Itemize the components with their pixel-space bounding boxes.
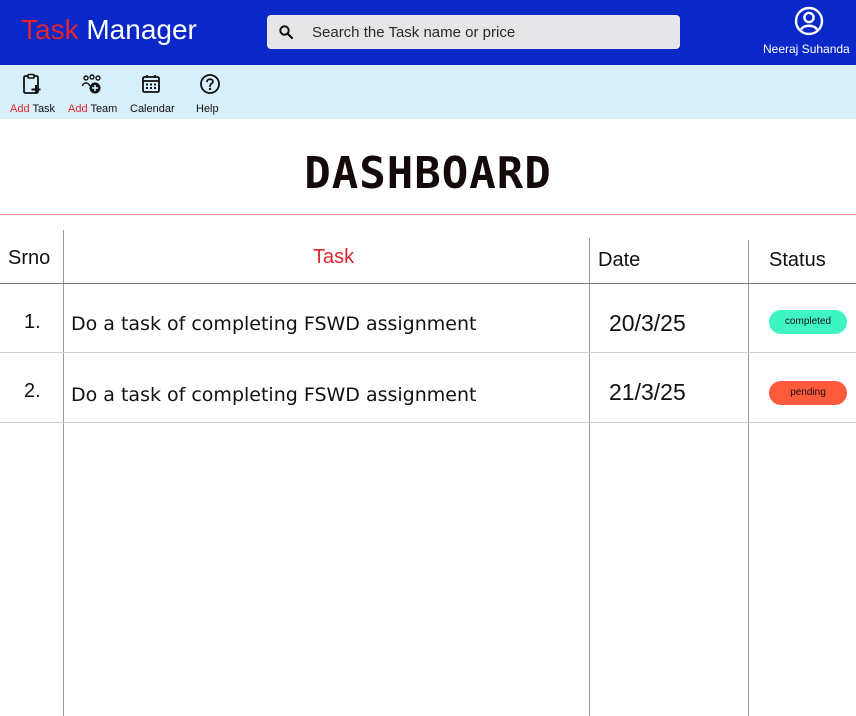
brand-manager: Manager xyxy=(86,14,197,45)
add-team-button[interactable]: Add Team xyxy=(66,65,120,119)
app-title: Task Manager xyxy=(21,14,197,46)
row-date: 21/3/25 xyxy=(609,379,686,405)
add-task-button[interactable]: Add Task xyxy=(8,65,58,119)
row-date: 20/3/25 xyxy=(609,310,686,336)
help-icon xyxy=(200,74,220,94)
title-divider xyxy=(0,214,856,215)
user-name: Neeraj Suhanda xyxy=(763,42,850,56)
row-divider xyxy=(0,422,856,423)
calendar-label: Calendar xyxy=(130,103,175,115)
brand-task: Task xyxy=(21,14,79,45)
app-header: Task Manager Neeraj Suhanda xyxy=(0,0,856,65)
search-icon[interactable] xyxy=(278,24,294,40)
add-team-label: Add Team xyxy=(68,103,118,115)
status-badge-completed[interactable]: completed xyxy=(769,310,847,334)
column-header-srno: Srno xyxy=(8,247,51,269)
calendar-icon xyxy=(142,75,160,93)
column-divider xyxy=(63,230,64,716)
column-header-task: Task xyxy=(313,246,355,268)
row-srno: 1. xyxy=(24,311,41,333)
clipboard-add-icon xyxy=(23,73,41,94)
row-srno: 2. xyxy=(24,380,41,402)
user-menu[interactable]: Neeraj Suhanda xyxy=(760,5,856,61)
column-divider xyxy=(748,240,749,716)
add-team-icon xyxy=(81,74,101,94)
page-title: DASHBOARD xyxy=(304,148,552,199)
search-input[interactable] xyxy=(312,15,672,49)
account-circle-icon[interactable] xyxy=(794,6,824,36)
status-badge-pending[interactable]: pending xyxy=(769,381,847,405)
toolbar: Add Task Add Team Calendar Help xyxy=(0,65,856,119)
search-bar xyxy=(267,15,680,49)
row-divider xyxy=(0,352,856,353)
row-task[interactable]: Do a task of completing FSWD assignment xyxy=(71,313,476,335)
column-divider xyxy=(589,238,590,716)
help-button[interactable]: Help xyxy=(192,65,224,119)
column-header-status: Status xyxy=(769,249,826,271)
column-header-date: Date xyxy=(598,249,641,271)
row-task[interactable]: Do a task of completing FSWD assignment xyxy=(71,384,476,406)
help-label: Help xyxy=(196,103,219,115)
calendar-button[interactable]: Calendar xyxy=(128,65,175,119)
header-divider xyxy=(0,283,856,284)
add-task-label: Add Task xyxy=(10,103,56,115)
